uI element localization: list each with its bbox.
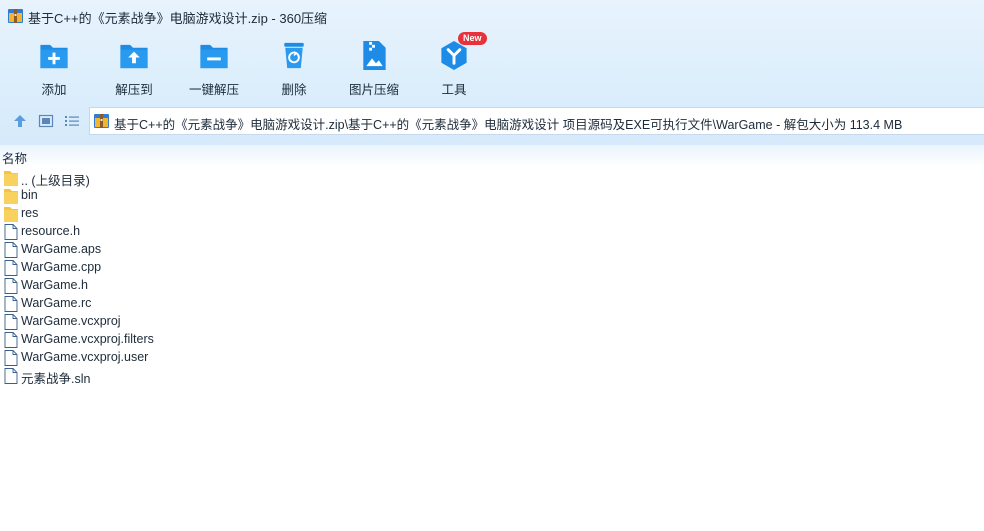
folder-icon [4,189,18,204]
file-icon [4,260,18,276]
file-name: WarGame.aps [21,242,102,256]
file-icon [4,350,18,366]
image-compress-label: 图片压缩 [348,83,399,97]
delete-button[interactable]: 删除 [254,36,334,98]
file-name: WarGame.cpp [21,260,102,274]
extract-to-label: 解压到 [115,83,153,97]
file-name: res [21,206,39,220]
file-name: WarGame.vcxproj.user [21,350,149,364]
column-header-name[interactable]: 名称 [2,148,27,167]
navigation-bar: 基于C++的《元素战争》电脑游戏设计.zip\基于C++的《元素战争》电脑游戏设… [0,107,984,135]
archive-icon [8,9,23,23]
header-area: 基于C++的《元素战争》电脑游戏设计.zip - 360压缩 添加 解压到 一键… [0,0,984,145]
list-view-icon[interactable] [64,113,80,129]
column-header: 名称 [0,145,984,167]
list-item[interactable]: .. (上级目录) [0,169,984,188]
toolbar: 添加 解压到 一键解压 删除 图片压缩 New 工具 [14,32,494,98]
file-name: resource.h [21,224,81,238]
file-name: WarGame.vcxproj [21,314,121,328]
file-icon [4,224,18,240]
app-window: 基于C++的《元素战争》电脑游戏设计.zip - 360压缩 添加 解压到 一键… [0,0,984,531]
list-item[interactable]: bin [0,187,984,205]
extract-to-icon [120,44,148,69]
file-icon [4,242,18,258]
one-click-extract-icon [200,44,228,69]
title-bar: 基于C++的《元素战争》电脑游戏设计.zip - 360压缩 [0,0,984,32]
file-name: WarGame.vcxproj.filters [21,332,154,346]
file-icon [4,314,18,330]
archive-icon [94,114,109,128]
file-icon [4,368,18,384]
list-item[interactable]: WarGame.aps [0,241,984,259]
tools-button[interactable]: New 工具 [414,32,494,98]
list-item[interactable]: WarGame.cpp [0,259,984,277]
extract-to-button[interactable]: 解压到 [94,36,174,98]
delete-label: 删除 [281,83,307,97]
address-bar[interactable]: 基于C++的《元素战争》电脑游戏设计.zip\基于C++的《元素战争》电脑游戏设… [89,107,984,135]
file-icon [4,332,18,348]
file-name: bin [21,188,38,202]
file-icon [4,278,18,294]
list-item[interactable]: 元素战争.sln [0,367,984,386]
file-icon [4,296,18,312]
folder-icon [4,171,18,186]
address-path: 基于C++的《元素战争》电脑游戏设计.zip\基于C++的《元素战争》电脑游戏设… [114,118,903,132]
one-click-extract-label: 一键解压 [188,83,239,97]
add-folder-icon [40,44,68,69]
add-label: 添加 [41,83,67,97]
list-item[interactable]: WarGame.vcxproj.user [0,349,984,367]
one-click-extract-button[interactable]: 一键解压 [174,36,254,98]
tools-label: 工具 [441,83,467,97]
file-name: WarGame.rc [21,296,92,310]
thumbnail-view-icon[interactable] [38,113,54,129]
list-item[interactable]: WarGame.rc [0,295,984,313]
image-compress-button[interactable]: 图片压缩 [334,36,414,98]
folder-icon [4,207,18,222]
list-item[interactable]: WarGame.vcxproj [0,313,984,331]
list-item[interactable]: resource.h [0,223,984,241]
image-compress-icon [363,40,386,71]
file-list: .. (上级目录) bin res resource.h WarGame.aps… [0,169,984,386]
list-item[interactable]: WarGame.vcxproj.filters [0,331,984,349]
new-badge: New [458,32,487,45]
list-item[interactable]: res [0,205,984,223]
up-arrow-icon[interactable] [12,113,28,129]
list-item[interactable]: WarGame.h [0,277,984,295]
add-button[interactable]: 添加 [14,36,94,98]
file-name: 元素战争.sln [21,372,91,386]
delete-icon [284,42,304,69]
window-title: 基于C++的《元素战争》电脑游戏设计.zip - 360压缩 [28,11,328,26]
file-name: WarGame.h [21,278,88,292]
